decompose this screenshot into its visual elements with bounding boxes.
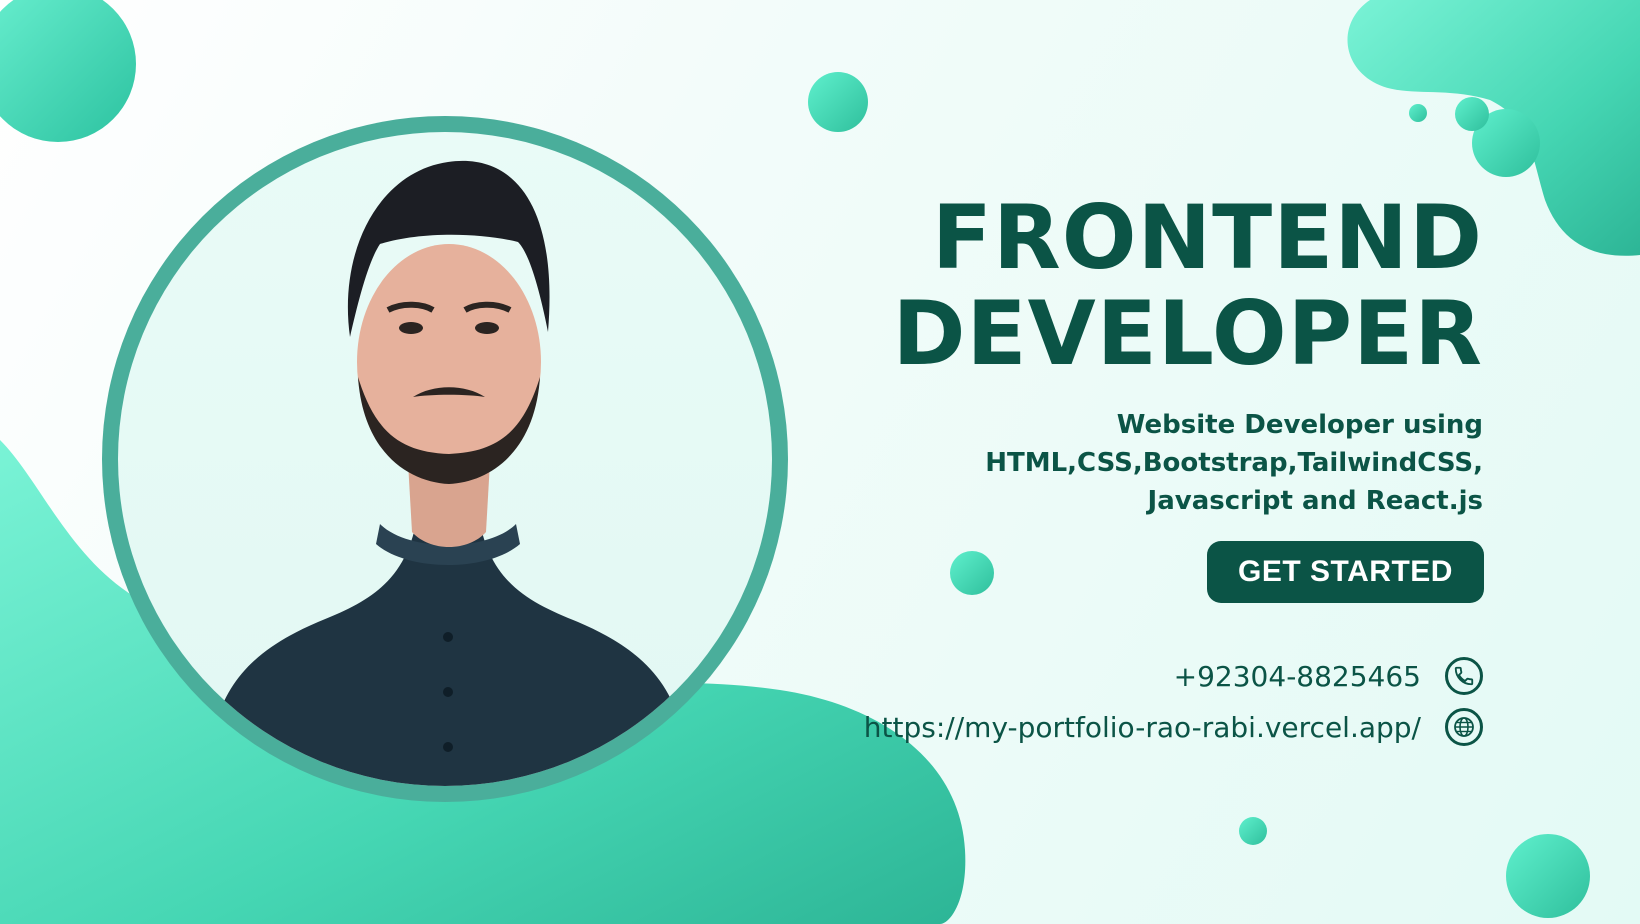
decor-dot (1455, 97, 1489, 131)
phone-number[interactable]: +92304-8825465 (1174, 660, 1421, 693)
decor-dot (1239, 817, 1267, 845)
title-line-2: DEVELOPER (892, 282, 1483, 385)
description-line-1: Website Developer using (1116, 410, 1483, 440)
person-photo-illustration (208, 160, 688, 786)
decor-dot (950, 551, 994, 595)
decor-dot (808, 72, 868, 132)
title-line-1: FRONTEND (931, 186, 1483, 289)
banner-canvas: FRONTEND DEVELOPER Website Developer usi… (0, 0, 1640, 924)
contact-website-row: https://my-portfolio-rao-rabi.vercel.app… (864, 708, 1483, 746)
portfolio-link[interactable]: https://my-portfolio-rao-rabi.vercel.app… (864, 711, 1421, 744)
profile-photo (118, 132, 772, 786)
decor-dot (1409, 104, 1427, 122)
get-started-button[interactable]: GET STARTED (1207, 541, 1484, 603)
portrait-frame (102, 116, 788, 802)
phone-icon (1445, 657, 1483, 695)
contact-phone-row: +92304-8825465 (1174, 657, 1483, 695)
description-line-2: HTML,CSS,Bootstrap,TailwindCSS, (985, 448, 1483, 478)
description-line-3: Javascript and React.js (1147, 486, 1483, 516)
decor-circle-top-left (0, 0, 136, 142)
skills-description: Website Developer using HTML,CSS,Bootstr… (923, 406, 1483, 520)
page-title: FRONTEND DEVELOPER (893, 190, 1484, 382)
globe-icon (1445, 708, 1483, 746)
decor-dot (1506, 834, 1590, 918)
